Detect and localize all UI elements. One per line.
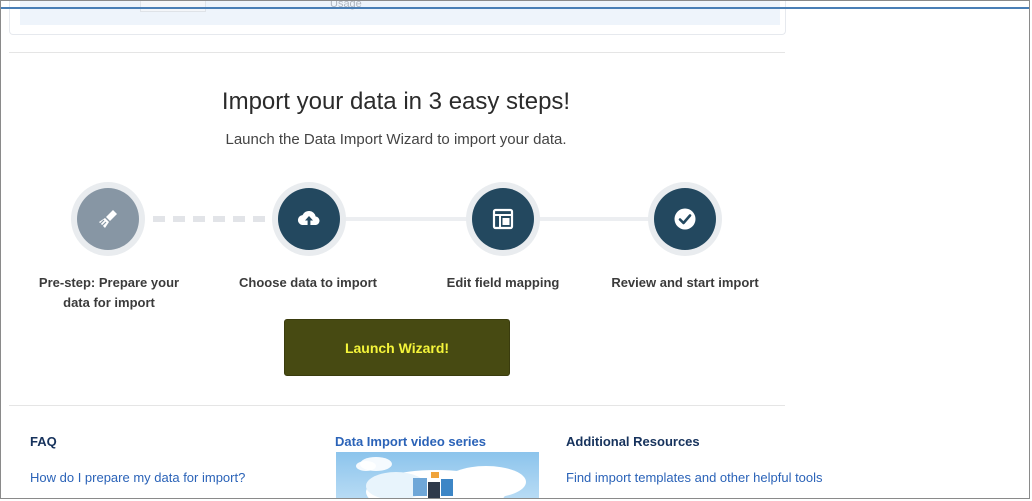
- additional-resources-heading: Additional Resources: [566, 434, 700, 449]
- step-choose-data: [272, 182, 346, 256]
- video-series-link[interactable]: Data Import video series: [335, 434, 486, 449]
- step-field-mapping: [466, 182, 540, 256]
- resources-divider: [9, 405, 785, 406]
- step-review-circle: [654, 188, 716, 250]
- step-prestep-circle: [77, 188, 139, 250]
- broom-icon: [99, 210, 117, 228]
- launch-wizard-button[interactable]: Launch Wizard!: [284, 319, 510, 376]
- faq-heading: FAQ: [30, 434, 57, 449]
- step-choose-data-label: Choose data to import: [239, 275, 377, 290]
- page-title: Import your data in 3 easy steps!: [221, 88, 571, 115]
- step-choose-data-circle: [278, 188, 340, 250]
- app-frame: Usage Import your data in 3 easy steps! …: [0, 0, 1030, 499]
- import-templates-link[interactable]: Find import templates and other helpful …: [566, 470, 823, 485]
- section-divider: [9, 52, 785, 53]
- video-thumbnail[interactable]: [336, 452, 539, 498]
- video-thumbnail-art: [356, 457, 526, 498]
- cloud-upload-icon: [297, 211, 320, 225]
- launch-wizard-label: Launch Wizard!: [344, 339, 450, 356]
- check-circle-icon: [674, 208, 696, 230]
- step-field-mapping-label: Edit field mapping: [446, 275, 560, 290]
- step-review: [648, 182, 722, 256]
- step-field-mapping-circle: [472, 188, 534, 250]
- top-border: [1, 7, 1029, 9]
- faq-link[interactable]: How do I prepare my data for import?: [30, 470, 245, 485]
- step-review-label: Review and start import: [611, 275, 759, 290]
- step-prestep: [71, 182, 145, 256]
- layout-icon: [492, 208, 514, 230]
- step-prestep-label: Pre-step: Prepare your data for import: [38, 275, 180, 310]
- page-subtitle: Launch the Data Import Wizard to import …: [225, 131, 567, 148]
